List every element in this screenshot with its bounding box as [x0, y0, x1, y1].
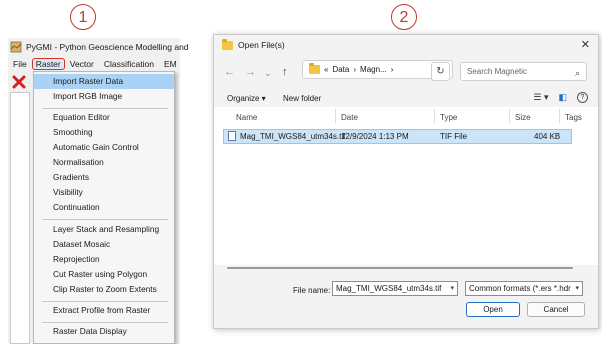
- search-input[interactable]: Search Magnetic ⌕: [460, 62, 587, 81]
- menu-item-layer-stack-and-resampling[interactable]: Layer Stack and Resampling: [34, 222, 174, 237]
- help-icon[interactable]: ?: [577, 92, 588, 103]
- pygmi-menubar: File Raster Vector Classification EM: [8, 56, 180, 72]
- menu-item-gradients[interactable]: Gradients: [34, 170, 174, 185]
- menu-item-visibility[interactable]: Visibility: [34, 185, 174, 200]
- pygmi-title: PyGMI - Python Geoscience Modelling and: [26, 42, 189, 52]
- file-name-cell[interactable]: Mag_TMI_WGS84_utm34s.tif: [240, 132, 345, 141]
- breadcrumb-separator: ›: [353, 65, 357, 74]
- search-placeholder: Search Magnetic: [467, 67, 528, 76]
- column-divider: [335, 109, 336, 123]
- open-file-dialog: Open File(s) ✕ ← → ⌄ ↑ « Data › Magn... …: [213, 34, 599, 329]
- menu-separator: [42, 322, 168, 323]
- column-header-tags[interactable]: Tags: [565, 113, 582, 122]
- column-header-size[interactable]: Size: [515, 113, 531, 122]
- horizontal-scrollbar[interactable]: [227, 267, 573, 269]
- folder-icon: [309, 63, 320, 74]
- back-arrow-icon[interactable]: ←: [224, 66, 235, 78]
- callout-1: 1: [70, 4, 96, 30]
- file-type-cell: TIF File: [440, 132, 468, 141]
- menu-em[interactable]: EM: [159, 59, 182, 69]
- view-controls: ☰ ▾ ◧ ?: [533, 92, 588, 103]
- file-date-cell: 12/9/2024 1:13 PM: [341, 132, 409, 141]
- file-name-value: Mag_TMI_WGS84_utm34s.tif: [336, 284, 442, 293]
- menu-item-normalisation[interactable]: Normalisation: [34, 155, 174, 170]
- organize-button[interactable]: Organize ▾: [227, 94, 266, 103]
- filter-value: Common formats (*.ers *.hdr *.: [469, 284, 579, 293]
- menu-separator: [42, 219, 168, 220]
- file-type-filter[interactable]: Common formats (*.ers *.hdr *. ▾: [465, 281, 583, 296]
- chevron-down-icon[interactable]: ▾: [573, 282, 579, 295]
- menu-item-clip-raster-to-zoom-extents[interactable]: Clip Raster to Zoom Extents: [34, 282, 174, 297]
- column-divider: [509, 109, 510, 123]
- column-divider: [559, 109, 560, 123]
- menu-item-equation-editor[interactable]: Equation Editor: [34, 110, 174, 125]
- menu-item-cut-raster-using-polygon[interactable]: Cut Raster using Polygon: [34, 267, 174, 282]
- cancel-button[interactable]: Cancel: [527, 302, 585, 317]
- pygmi-logo-icon: [10, 41, 22, 53]
- tif-file-icon: [228, 131, 236, 141]
- callout-2: 2: [391, 4, 417, 30]
- menu-classification[interactable]: Classification: [99, 59, 159, 69]
- file-size-cell: 404 KB: [534, 132, 561, 141]
- file-name-label: File name:: [293, 286, 331, 295]
- breadcrumb-data[interactable]: Data: [332, 65, 349, 74]
- raster-dropdown-menu: Import Raster Data Import RGB Image Equa…: [33, 71, 175, 344]
- menu-item-dataset-mosaic[interactable]: Dataset Mosaic: [34, 237, 174, 252]
- chevron-down-icon[interactable]: ▾: [450, 282, 454, 295]
- menu-item-reprojection[interactable]: Reprojection: [34, 252, 174, 267]
- column-header-date[interactable]: Date: [341, 113, 358, 122]
- menu-raster[interactable]: Raster: [31, 58, 65, 70]
- pygmi-canvas[interactable]: [10, 92, 30, 344]
- folder-icon: [222, 38, 233, 50]
- column-divider: [434, 109, 435, 123]
- dialog-title: Open File(s): [238, 40, 285, 50]
- new-folder-button[interactable]: New folder: [283, 94, 321, 103]
- up-arrow-icon[interactable]: ↑: [282, 66, 288, 78]
- menu-separator: [42, 301, 168, 302]
- file-list-pane[interactable]: Name Date Type Size Tags Mag_TMI_WGS84_u…: [214, 107, 598, 265]
- menu-item-import-raster-data[interactable]: Import Raster Data: [34, 74, 174, 89]
- close-icon[interactable]: ✕: [581, 38, 590, 51]
- column-header-name[interactable]: Name: [236, 113, 257, 122]
- breadcrumb-separator: ›: [390, 65, 394, 74]
- menu-item-extract-profile-from-raster[interactable]: Extract Profile from Raster: [34, 303, 174, 318]
- forward-arrow-icon[interactable]: →: [245, 66, 256, 78]
- delete-icon[interactable]: [12, 75, 26, 89]
- menu-file[interactable]: File: [8, 59, 32, 69]
- menu-vector[interactable]: Vector: [65, 59, 99, 69]
- menu-item-continuation[interactable]: Continuation: [34, 200, 174, 215]
- menu-item-import-rgb-image[interactable]: Import RGB Image: [34, 89, 174, 104]
- dialog-title-bar: Open File(s): [222, 38, 285, 50]
- chevron-down-icon[interactable]: ⌄: [264, 68, 272, 79]
- address-overflow: «: [324, 65, 329, 74]
- breadcrumb-magnetic[interactable]: Magn...: [360, 65, 387, 74]
- pygmi-title-bar: PyGMI - Python Geoscience Modelling and: [8, 38, 189, 56]
- preview-pane-icon[interactable]: ◧: [558, 92, 567, 103]
- open-button[interactable]: Open: [466, 302, 520, 317]
- menu-item-raster-data-display[interactable]: Raster Data Display: [34, 324, 174, 339]
- menu-item-automatic-gain-control[interactable]: Automatic Gain Control: [34, 140, 174, 155]
- file-name-input[interactable]: Mag_TMI_WGS84_utm34s.tif ▾: [332, 281, 458, 296]
- menu-separator: [42, 108, 168, 109]
- menu-item-smoothing[interactable]: Smoothing: [34, 125, 174, 140]
- refresh-icon[interactable]: ↻: [431, 62, 450, 81]
- search-icon: ⌕: [574, 68, 580, 78]
- view-list-icon[interactable]: ☰ ▾: [533, 92, 548, 103]
- column-header-type[interactable]: Type: [440, 113, 457, 122]
